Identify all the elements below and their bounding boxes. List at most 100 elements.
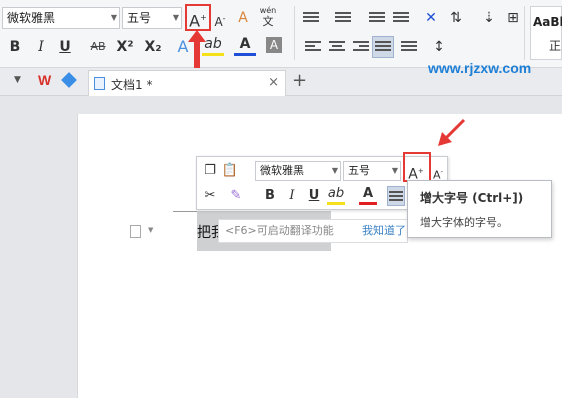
divider [294,6,295,60]
font-size-value: 五号 [127,11,152,25]
paragraph-mark-button[interactable]: ⇣ [478,7,500,29]
increase-indent-icon [393,12,409,24]
mini-font-size-value: 五号 [348,164,370,177]
highlighter-icon: ab [327,186,345,201]
italic-icon: I [289,188,295,203]
grow-font-tooltip: 增大字号 (Ctrl+]) 增大字体的字号。 [407,180,552,238]
tooltip-title: 增大字号 (Ctrl+]) [420,191,524,205]
bold-button[interactable]: B [4,36,26,58]
increase-indent-button[interactable] [390,7,412,29]
divider [524,6,525,60]
annotation-box [185,4,211,31]
translate-hint-bar: <F6>可启动翻译功能 我知道了 [218,219,408,243]
bold-icon: B [9,39,21,55]
justify-icon [389,191,403,203]
mini-shrink-font-button[interactable]: A- [429,162,447,182]
phonetic-char: 文 [262,15,274,28]
align-right-icon [353,41,369,53]
distributed-button[interactable] [398,36,420,58]
bullet-list-button[interactable] [300,7,322,29]
paragraph-layout-icon[interactable] [130,225,141,238]
char-shading-icon: A [269,38,279,52]
mini-font-color-button[interactable]: A [359,186,377,205]
phonetic-guide-button[interactable]: wén 文 [257,5,279,27]
format-painter-button[interactable]: ✎ [227,186,245,206]
clear-format-icon: A [238,10,248,26]
strikethrough-button[interactable]: AB [84,36,112,58]
font-color-icon: A [239,36,251,52]
numbered-list-button[interactable] [332,7,354,29]
wps-logo-icon[interactable]: W [38,72,51,88]
mini-highlight-button[interactable]: ab [327,186,345,205]
watermark: www.rjzxw.com [428,60,532,76]
paste-button[interactable]: 📋 [221,161,239,181]
menu-dropdown-icon[interactable]: ▼ [14,75,21,85]
line-spacing-icon: ↕ [433,39,445,55]
underline-icon: U [308,188,320,203]
strikethrough-icon: AB [90,40,106,53]
mini-underline-button[interactable]: U [305,186,323,206]
annotation-box [403,152,431,182]
subscript-button[interactable]: X₂ [142,36,164,58]
dismiss-link[interactable]: 我知道了 [362,220,406,242]
style-name: 正 [549,39,562,53]
close-icon[interactable]: × [268,75,279,90]
align-right-button[interactable] [350,36,372,58]
line-spacing-button[interactable]: ↕ [428,36,450,58]
bullet-list-icon [303,12,319,24]
sort-button[interactable]: ⇅ [445,7,467,29]
font-name-select[interactable]: 微软雅黑 ▼ [2,7,120,29]
mini-font-name-value: 微软雅黑 [260,164,304,177]
ribbon: 微软雅黑 ▼ 五号 ▼ A+ A- A wén 文 ✕ ⇅ ⇣ ⊞ B I U … [0,0,562,68]
tab-document1[interactable]: 文档1 * × [88,70,286,96]
chevron-down-icon: ▼ [110,13,117,22]
red-up-arrow-icon [188,30,206,68]
new-tab-button[interactable]: + [292,70,307,91]
shrink-font-icon: A [214,15,223,29]
mini-font-name-select[interactable]: 微软雅黑 ▼ [255,161,341,181]
bold-icon: B [265,188,275,203]
font-color-icon: A [362,186,374,201]
mini-bold-button[interactable]: B [261,186,279,206]
font-size-select[interactable]: 五号 ▼ [122,7,182,29]
decrease-indent-button[interactable] [366,7,388,29]
clear-format-button[interactable]: A [232,7,254,29]
clipboard-icon: 📋 [221,163,239,178]
underline-icon: U [59,39,71,55]
table-grid-icon: ⊞ [507,10,519,26]
minus-icon: - [440,168,444,176]
cube-app-icon[interactable] [61,72,77,88]
chinese-layout-button[interactable]: ✕ [420,7,442,29]
mini-font-size-select[interactable]: 五号 ▼ [343,161,401,181]
chevron-down-icon: ▼ [391,166,398,175]
numbered-list-icon [335,12,351,24]
shrink-font-button[interactable]: A- [209,8,231,30]
mini-italic-button[interactable]: I [283,186,301,206]
copy-icon: ❐ [204,163,216,178]
style-gallery[interactable]: AaBb 正 [530,6,562,60]
italic-button[interactable]: I [30,36,52,58]
justify-button[interactable] [372,36,394,58]
font-color-button[interactable]: A [234,36,256,56]
align-left-icon [305,41,321,53]
translate-hint: <F6>可启动翻译功能 [225,224,334,237]
copy-format-button[interactable]: ❐ [201,161,219,181]
tooltip-description: 增大字体的字号。 [420,216,508,229]
align-left-button[interactable] [302,36,324,58]
justify-icon [375,41,391,53]
decrease-indent-icon [369,12,385,24]
superscript-icon: X² [116,39,134,55]
cut-button[interactable]: ✂ [201,186,219,206]
subscript-icon: X₂ [144,39,162,55]
char-shading-button[interactable]: A [266,37,282,53]
mini-align-button[interactable] [387,186,405,206]
borders-button[interactable]: ⊞ [502,7,524,29]
align-center-button[interactable] [326,36,348,58]
sort-icon: ⇅ [450,10,462,26]
superscript-button[interactable]: X² [114,36,136,58]
distributed-icon [401,41,417,53]
style-preview: AaBb [533,15,562,29]
chevron-down-icon: ▼ [331,166,338,175]
font-name-value: 微软雅黑 [7,11,56,25]
underline-button[interactable]: U [54,36,76,58]
